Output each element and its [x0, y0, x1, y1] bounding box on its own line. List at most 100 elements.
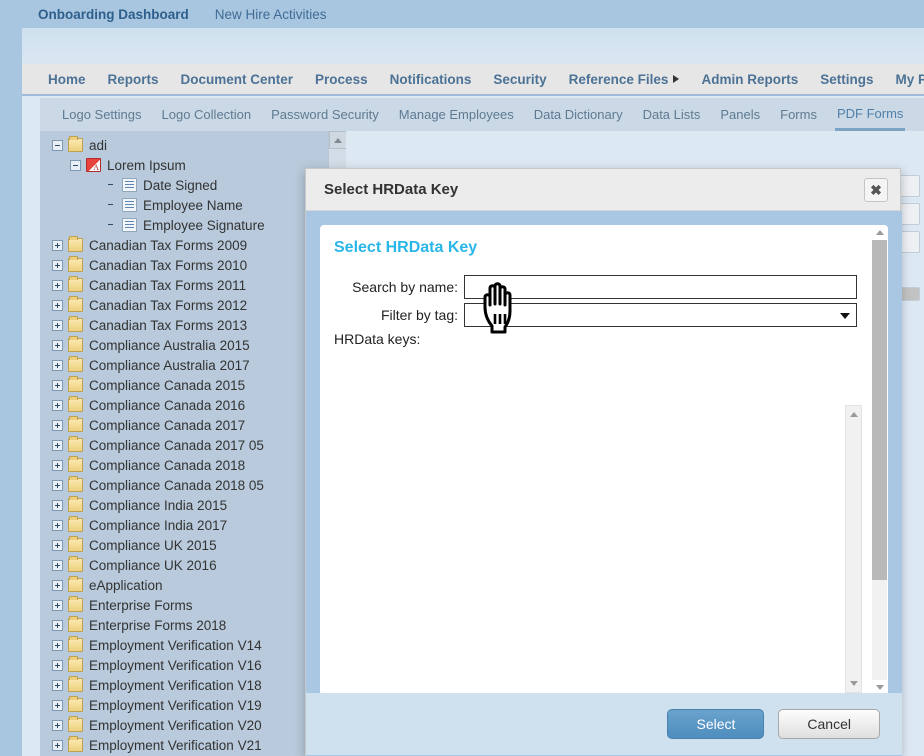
tree-node[interactable]: Compliance Canada 2017 — [52, 415, 346, 435]
subnav-item-logo-settings[interactable]: Logo Settings — [60, 98, 144, 131]
tree-node[interactable]: Compliance Canada 2018 — [52, 455, 346, 475]
tree-node[interactable]: Enterprise Forms — [52, 595, 346, 615]
keys-scroll-down-button[interactable] — [846, 676, 861, 691]
nav-item-settings[interactable]: Settings — [820, 72, 873, 87]
tree-node[interactable]: Employee Name — [52, 195, 346, 215]
expand-icon[interactable] — [52, 439, 63, 451]
expand-icon[interactable] — [52, 519, 63, 531]
expand-icon[interactable] — [52, 399, 63, 411]
expand-icon[interactable] — [52, 299, 63, 311]
hrdata-keys-scrollbar[interactable] — [845, 405, 862, 693]
expand-icon[interactable] — [52, 599, 63, 611]
nav-item-my-profile[interactable]: My Profile — [895, 72, 924, 87]
tree-node[interactable]: Compliance UK 2016 — [52, 555, 346, 575]
subnav-item-panels[interactable]: Panels — [718, 98, 762, 131]
expand-icon[interactable] — [52, 419, 63, 431]
tree-node[interactable]: Employment Verification V21 — [52, 735, 346, 755]
hrdata-keys-listbox[interactable] — [320, 403, 874, 695]
nav-item-notifications[interactable]: Notifications — [390, 72, 472, 87]
tree-node[interactable]: Lorem Ipsum — [52, 155, 346, 175]
tree-node-label: Compliance India 2015 — [89, 497, 228, 513]
app-tab-new-hire-activities[interactable]: New Hire Activities — [215, 7, 327, 22]
inner-scroll-up-button[interactable] — [872, 225, 887, 240]
tree-node[interactable]: Date Signed — [52, 175, 346, 195]
tree-node[interactable]: Canadian Tax Forms 2012 — [52, 295, 346, 315]
expand-icon[interactable] — [52, 459, 63, 471]
subnav-item-data-lists[interactable]: Data Lists — [641, 98, 703, 131]
tree-node[interactable]: Compliance Australia 2017 — [52, 355, 346, 375]
tree-node[interactable]: Compliance Canada 2015 — [52, 375, 346, 395]
subnav-item-data-dictionary[interactable]: Data Dictionary — [532, 98, 625, 131]
tree-scroll-up-button[interactable] — [329, 131, 346, 149]
tree-node[interactable]: Compliance Canada 2018 05 — [52, 475, 346, 495]
expand-icon[interactable] — [52, 379, 63, 391]
expand-icon[interactable] — [52, 659, 63, 671]
tree-node-label: eApplication — [89, 577, 163, 593]
nav-item-document-center[interactable]: Document Center — [181, 72, 294, 87]
keys-scroll-up-button[interactable] — [846, 407, 861, 422]
tree-node-label: Canadian Tax Forms 2013 — [89, 317, 248, 333]
expand-icon[interactable] — [52, 239, 63, 251]
subnav-item-pdf-forms[interactable]: PDF Forms — [834, 98, 906, 131]
expand-icon[interactable] — [52, 359, 63, 371]
tree-node[interactable]: Compliance India 2017 — [52, 515, 346, 535]
tree-node[interactable]: Enterprise Forms 2018 — [52, 615, 346, 635]
tree-node[interactable]: Canadian Tax Forms 2009 — [52, 235, 346, 255]
tree-node[interactable]: Compliance Canada 2016 — [52, 395, 346, 415]
tree-node[interactable]: Compliance India 2015 — [52, 495, 346, 515]
expand-icon[interactable] — [52, 319, 63, 331]
subnav-item-password-security[interactable]: Password Security — [269, 98, 381, 131]
nav-item-security[interactable]: Security — [493, 72, 546, 87]
expand-icon[interactable] — [52, 539, 63, 551]
tree-node[interactable]: eApplication — [52, 575, 346, 595]
tree-node[interactable]: Compliance Canada 2017 05 — [52, 435, 346, 455]
app-tab-onboarding-dashboard[interactable]: Onboarding Dashboard — [38, 7, 189, 22]
close-icon[interactable]: ✖ — [864, 177, 888, 202]
nav-label: Security — [493, 71, 547, 87]
folder-icon — [68, 356, 83, 372]
folder-icon — [68, 716, 83, 732]
subnav-item-logo-collection[interactable]: Logo Collection — [160, 98, 254, 131]
expand-icon[interactable] — [52, 639, 63, 651]
expand-icon[interactable] — [52, 339, 63, 351]
tree-node[interactable]: Canadian Tax Forms 2011 — [52, 275, 346, 295]
expand-icon[interactable] — [52, 719, 63, 731]
expand-icon[interactable] — [52, 619, 63, 631]
expand-icon[interactable] — [52, 739, 63, 751]
nav-item-reference-files[interactable]: Reference Files — [569, 72, 680, 87]
expand-icon[interactable] — [52, 499, 63, 511]
tree-node[interactable]: Employee Signature — [52, 215, 346, 235]
expand-icon[interactable] — [52, 579, 63, 591]
dialog-inner-scrollbar[interactable] — [871, 225, 888, 695]
tree-node[interactable]: Compliance UK 2015 — [52, 535, 346, 555]
nav-item-process[interactable]: Process — [315, 72, 368, 87]
collapse-icon[interactable] — [70, 159, 81, 171]
cancel-button[interactable]: Cancel — [778, 709, 880, 739]
tree-node[interactable]: Employment Verification V19 — [52, 695, 346, 715]
select-button[interactable]: Select — [667, 709, 765, 739]
tree-node[interactable]: Canadian Tax Forms 2010 — [52, 255, 346, 275]
inner-scrollbar-thumb[interactable] — [872, 240, 887, 580]
nav-item-admin-reports[interactable]: Admin Reports — [701, 72, 798, 87]
subnav-item-manage-employees[interactable]: Manage Employees — [397, 98, 516, 131]
tree-node[interactable]: Employment Verification V20 — [52, 715, 346, 735]
subnav-item-forms[interactable]: Forms — [778, 98, 819, 131]
expand-icon[interactable] — [52, 259, 63, 271]
tree-node[interactable]: Compliance Australia 2015 — [52, 335, 346, 355]
tree-node[interactable]: Employment Verification V16 — [52, 655, 346, 675]
filter-by-tag-select[interactable] — [464, 303, 857, 327]
expand-icon[interactable] — [52, 699, 63, 711]
expand-icon[interactable] — [52, 479, 63, 491]
nav-item-home[interactable]: Home — [48, 72, 86, 87]
tree-node[interactable]: Canadian Tax Forms 2013 — [52, 315, 346, 335]
expand-icon[interactable] — [52, 559, 63, 571]
nav-item-reports[interactable]: Reports — [108, 72, 159, 87]
tree-node[interactable]: adi — [52, 135, 346, 155]
expand-icon[interactable] — [52, 679, 63, 691]
collapse-icon[interactable] — [52, 139, 63, 151]
tree-node[interactable]: Employment Verification V14 — [52, 635, 346, 655]
search-by-name-input[interactable] — [464, 275, 857, 299]
expand-icon[interactable] — [52, 279, 63, 291]
tree-node[interactable]: Employment Verification V18 — [52, 675, 346, 695]
inner-scrollbar-track[interactable] — [872, 580, 887, 680]
